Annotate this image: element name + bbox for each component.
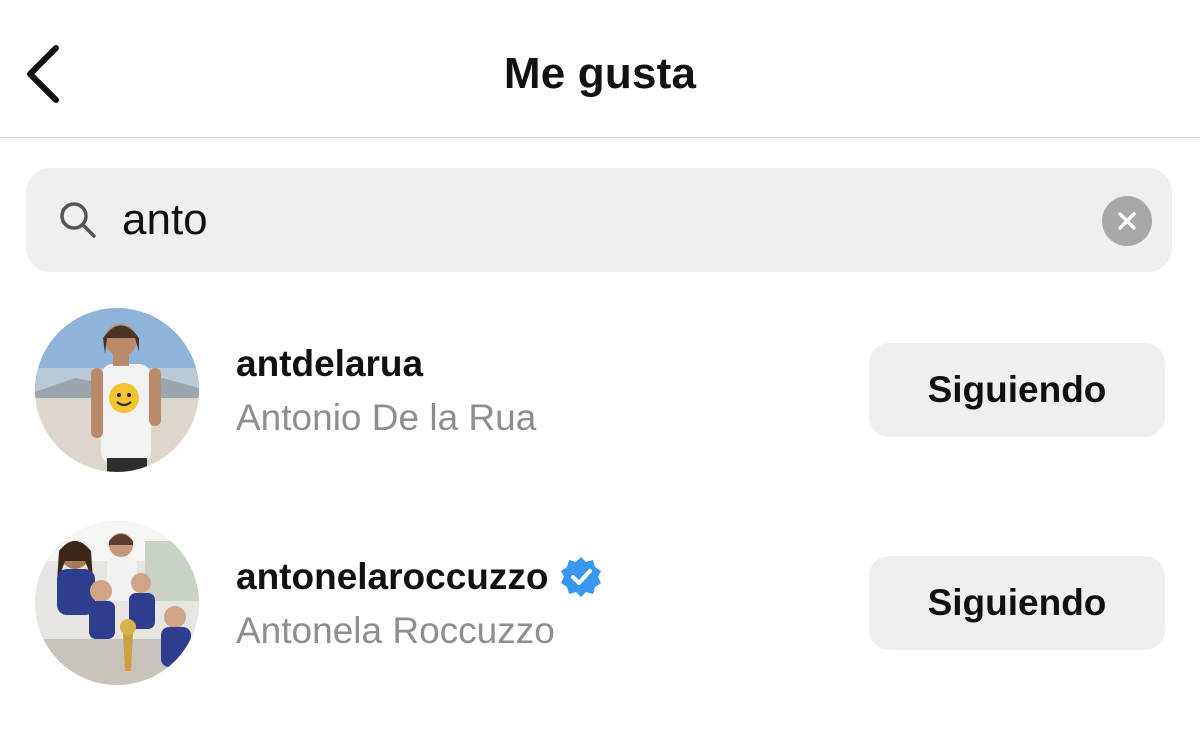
- username-link[interactable]: antonelaroccuzzo: [236, 552, 603, 602]
- avatar[interactable]: [35, 308, 199, 472]
- search-input[interactable]: [122, 190, 1072, 250]
- search-bar[interactable]: [26, 168, 1172, 272]
- full-name: Antonela Roccuzzo: [236, 610, 555, 651]
- clear-icon: [1118, 212, 1136, 230]
- clear-search-button[interactable]: [1102, 196, 1152, 246]
- username-link[interactable]: antdelarua: [236, 339, 423, 389]
- list-item: antdelarua Antonio De la Rua Siguiendo: [0, 305, 1200, 475]
- likes-screen: Me gusta anto antdelarua Antonio De la R…: [0, 0, 1200, 733]
- profile-photo: [35, 308, 199, 472]
- full-name: Antonio De la Rua: [236, 397, 537, 438]
- username: antdelarua: [236, 343, 424, 384]
- profile-photo: [35, 521, 199, 685]
- following-button[interactable]: Siguiendo: [869, 556, 1165, 650]
- username: antonelaroccuzzo: [236, 556, 549, 597]
- list-item: antonelaroccuzzo Antonela Roccuzzo Sigui…: [0, 518, 1200, 688]
- header: Me gusta: [0, 0, 1200, 138]
- page-title: Me gusta: [503, 49, 697, 98]
- search-icon: [60, 202, 96, 238]
- verified-badge-icon: [560, 557, 601, 597]
- following-button[interactable]: Siguiendo: [869, 343, 1165, 437]
- avatar[interactable]: [35, 521, 199, 685]
